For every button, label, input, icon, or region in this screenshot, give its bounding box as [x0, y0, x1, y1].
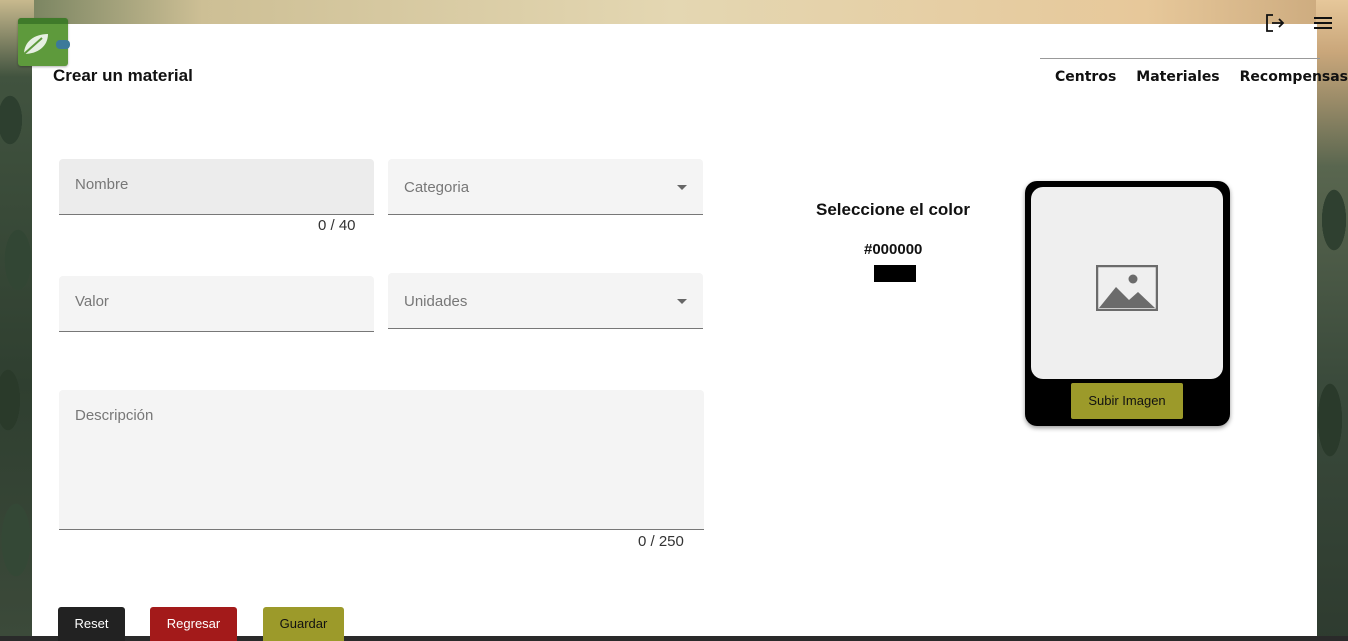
- reset-button[interactable]: Reset: [58, 607, 125, 641]
- categoria-select[interactable]: Categoria: [388, 159, 703, 215]
- upload-image-button[interactable]: Subir Imagen: [1071, 383, 1183, 419]
- categoria-placeholder: Categoria: [404, 179, 470, 196]
- main-nav: Centros Materiales Recompensas: [1055, 69, 1348, 85]
- chevron-down-icon: [677, 299, 687, 304]
- page-title: Crear un material: [53, 66, 193, 85]
- logo-clasp: [56, 40, 70, 49]
- nav-divider: [1040, 58, 1320, 59]
- descripcion-textarea[interactable]: Descripción: [59, 390, 704, 530]
- color-swatch[interactable]: [874, 265, 916, 282]
- app-logo[interactable]: [18, 18, 70, 66]
- descripcion-counter: 0 / 250: [638, 533, 684, 550]
- valor-placeholder: Valor: [75, 293, 109, 310]
- nav-item-recompensas[interactable]: Recompensas: [1240, 69, 1348, 85]
- descripcion-placeholder: Descripción: [75, 407, 154, 424]
- top-icons: [1264, 12, 1334, 34]
- color-title: Seleccione el color: [816, 200, 971, 219]
- chevron-down-icon: [677, 185, 687, 190]
- guardar-button[interactable]: Guardar: [263, 607, 344, 641]
- color-hex-value: #000000: [864, 241, 923, 258]
- background-right: [1316, 0, 1348, 641]
- nombre-input[interactable]: Nombre: [59, 159, 374, 215]
- logo-band: [18, 18, 68, 24]
- logout-icon[interactable]: [1264, 12, 1286, 34]
- background-top: [0, 0, 1348, 24]
- nav-item-centros[interactable]: Centros: [1055, 69, 1116, 85]
- menu-icon[interactable]: [1312, 12, 1334, 34]
- valor-input[interactable]: Valor: [59, 276, 374, 332]
- nav-item-materiales[interactable]: Materiales: [1136, 69, 1219, 85]
- leaf-icon: [23, 34, 48, 55]
- nombre-placeholder: Nombre: [75, 176, 129, 193]
- image-preview: [1031, 187, 1223, 379]
- regresar-button[interactable]: Regresar: [150, 607, 237, 641]
- background-left: [0, 0, 34, 641]
- unidades-select[interactable]: Unidades: [388, 273, 703, 329]
- nombre-counter: 0 / 40: [318, 217, 356, 234]
- unidades-placeholder: Unidades: [404, 293, 468, 310]
- image-placeholder-icon: [1096, 265, 1158, 311]
- image-upload-card: Subir Imagen: [1025, 181, 1230, 426]
